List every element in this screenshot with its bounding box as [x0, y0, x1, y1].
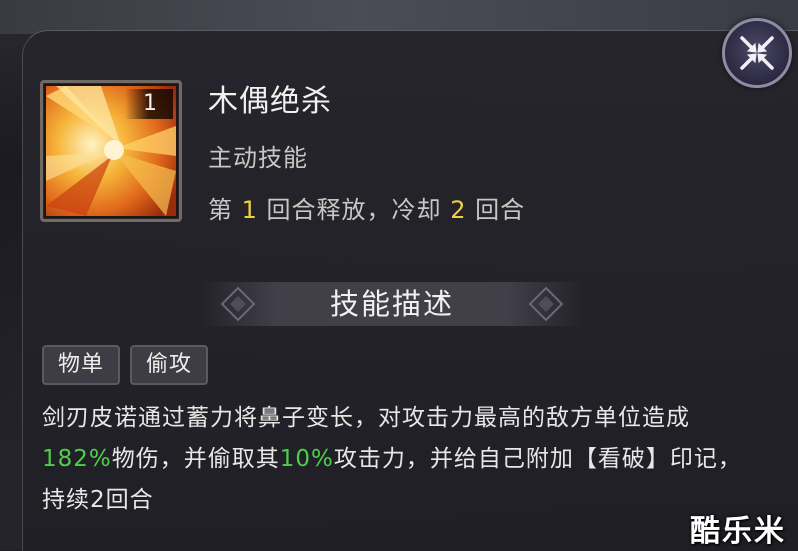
release-round-value: 1 — [241, 196, 258, 224]
cooldown-value: 2 — [450, 196, 467, 224]
close-arrows-icon — [740, 36, 774, 70]
skill-tag: 物单 — [42, 345, 121, 385]
skill-description: 剑刃皮诺通过蓄力将鼻子变长，对攻击力最高的敌方单位造成 182%物伤，并偷取其10… — [42, 398, 742, 521]
section-header: 技能描述 — [200, 274, 584, 334]
skill-tags: 物单 偷攻 — [42, 345, 209, 385]
steal-percent: 10% — [279, 446, 334, 472]
timing-prefix: 第 — [208, 196, 242, 224]
skill-tag: 偷攻 — [130, 345, 209, 385]
skill-icon-frame: 1 — [40, 80, 182, 222]
watermark: 酷乐米 — [690, 514, 786, 549]
skill-name: 木偶绝杀 — [208, 84, 332, 119]
timing-suffix: 回合 — [466, 196, 526, 224]
skill-type: 主动技能 — [208, 144, 308, 172]
desc-part-2: 物伤，并偷取其 — [111, 446, 280, 472]
timing-middle: 回合释放，冷却 — [257, 196, 451, 224]
skill-timing: 第 1 回合释放，冷却 2 回合 — [208, 190, 525, 225]
damage-percent: 182% — [42, 446, 112, 472]
top-background-strip — [0, 0, 798, 34]
skill-level-badge: 1 — [125, 89, 173, 119]
desc-part-1: 剑刃皮诺通过蓄力将鼻子变长，对攻击力最高的敌方单位造成 — [42, 405, 690, 431]
close-button[interactable] — [722, 18, 792, 88]
section-title: 技能描述 — [329, 287, 454, 321]
